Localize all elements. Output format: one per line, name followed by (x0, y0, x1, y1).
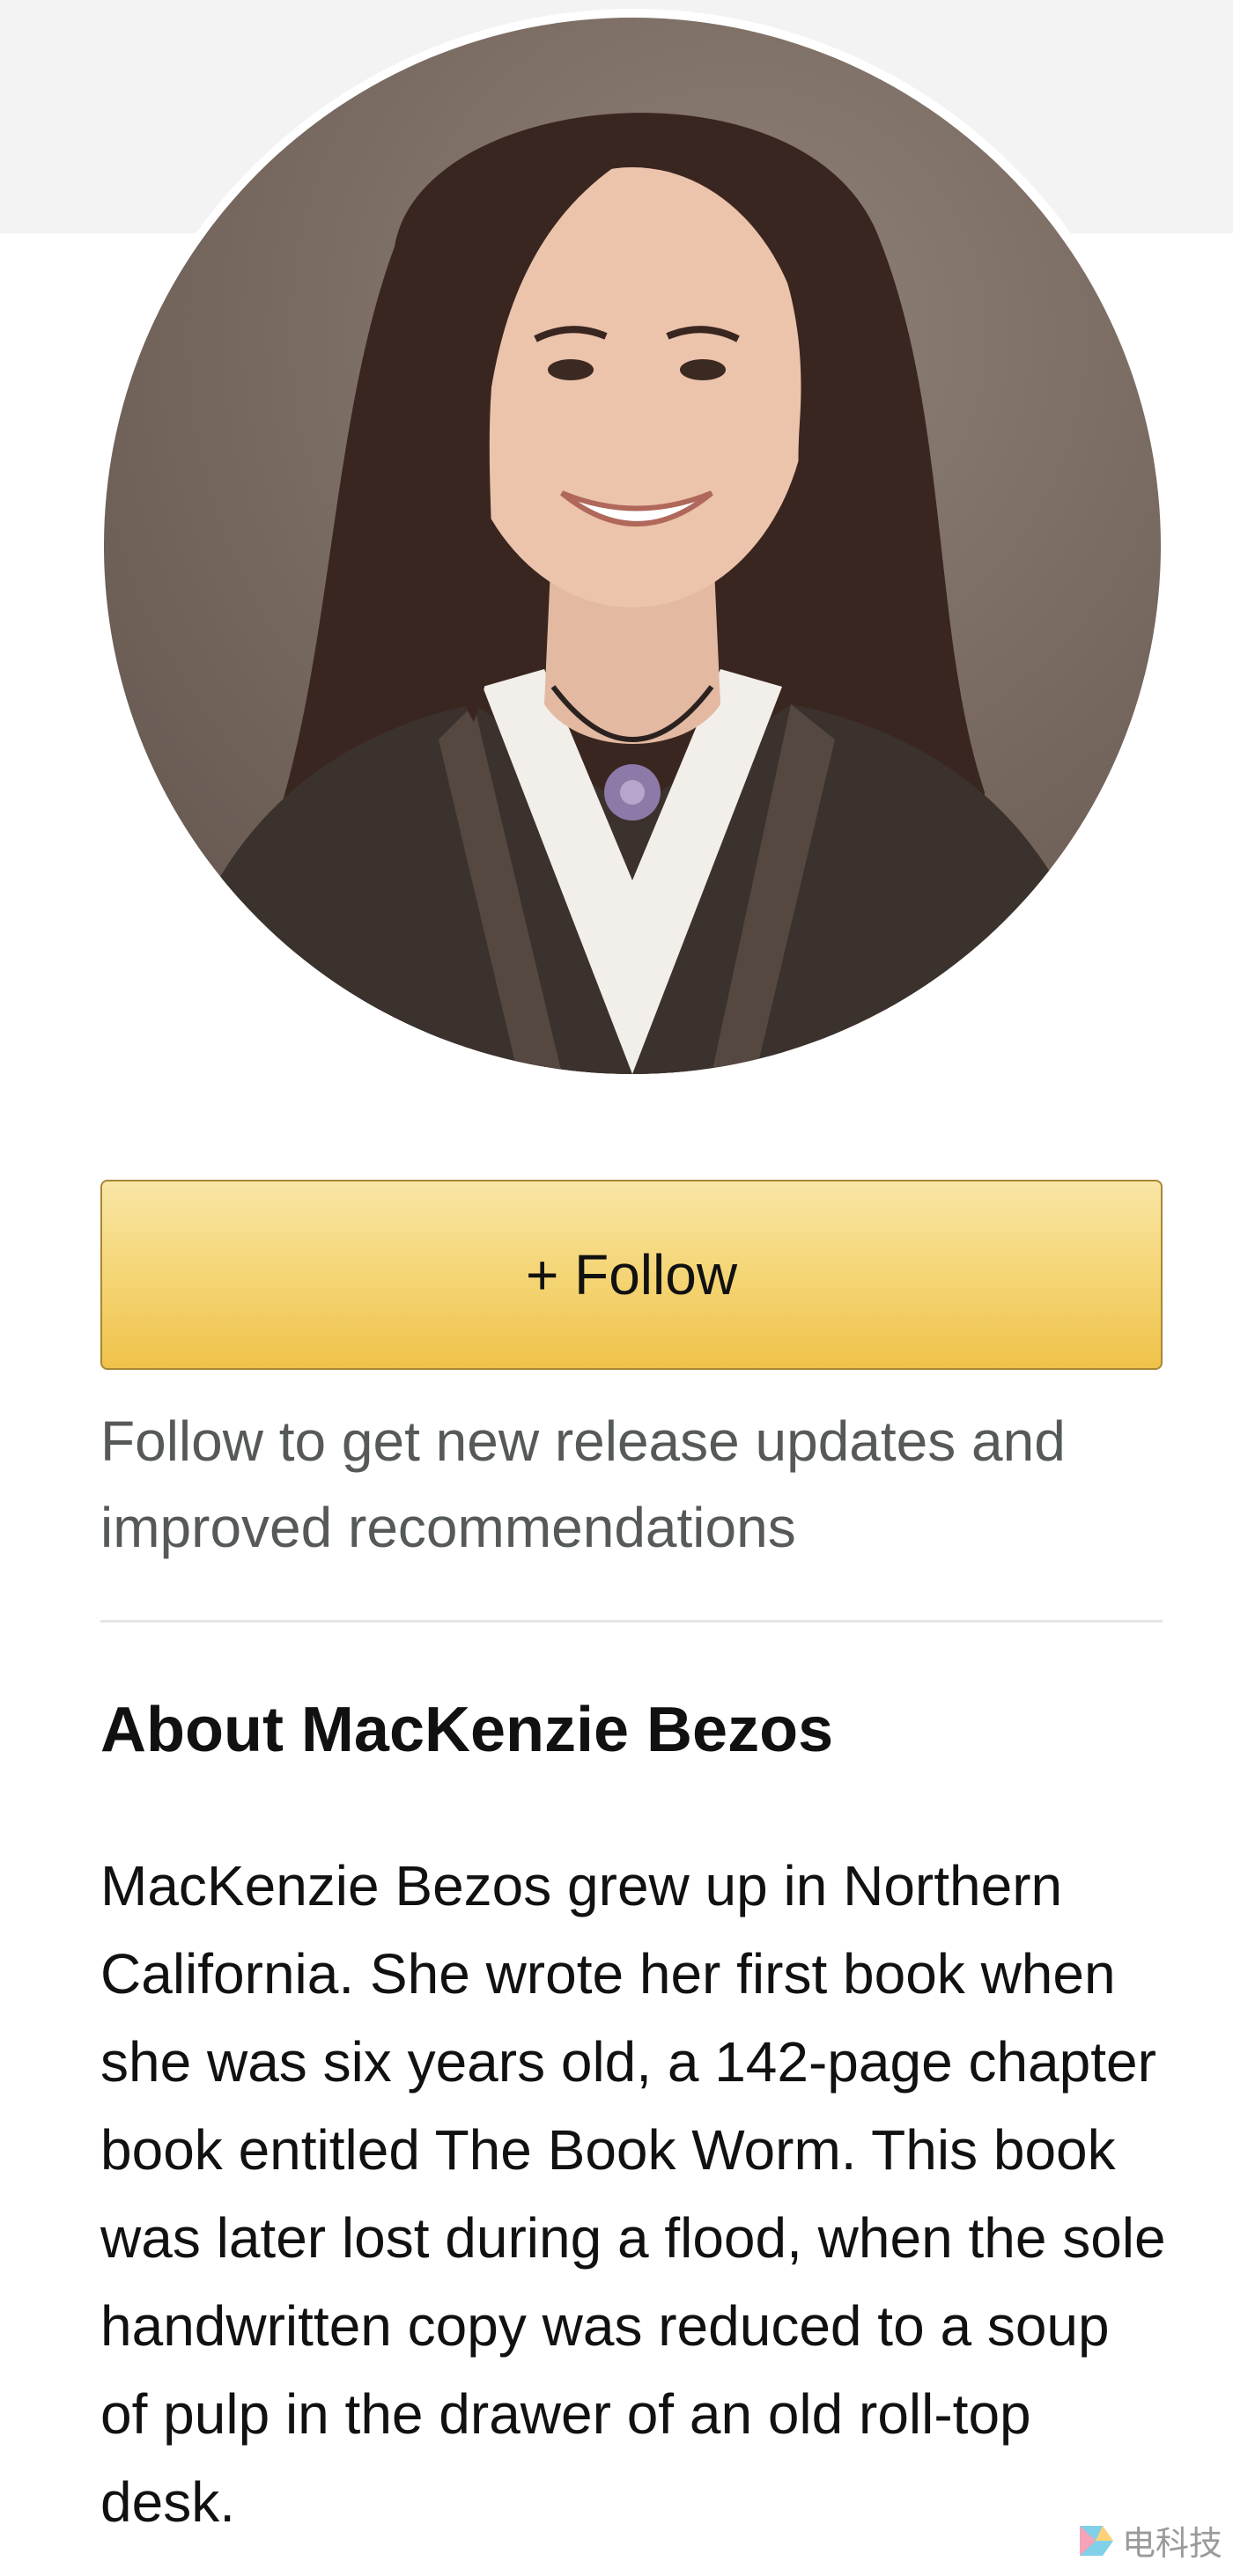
watermark-logo-icon (1080, 2525, 1113, 2556)
author-photo[interactable] (104, 18, 1161, 1074)
author-portrait-illustration (157, 113, 1117, 1074)
follow-button[interactable]: + Follow (100, 1180, 1163, 1370)
watermark: 电科技 (1076, 2516, 1222, 2565)
follow-hint-text: Follow to get new release updates and im… (100, 1409, 1066, 1559)
section-divider (100, 1620, 1163, 1623)
watermark-text: 电科技 (1122, 2526, 1223, 2563)
follow-button-label: + Follow (525, 1243, 738, 1306)
about-heading: About MacKenzie Bezos (100, 1695, 834, 1765)
author-bio: MacKenzie Bezos grew up in Northern Cali… (100, 1854, 1166, 2534)
